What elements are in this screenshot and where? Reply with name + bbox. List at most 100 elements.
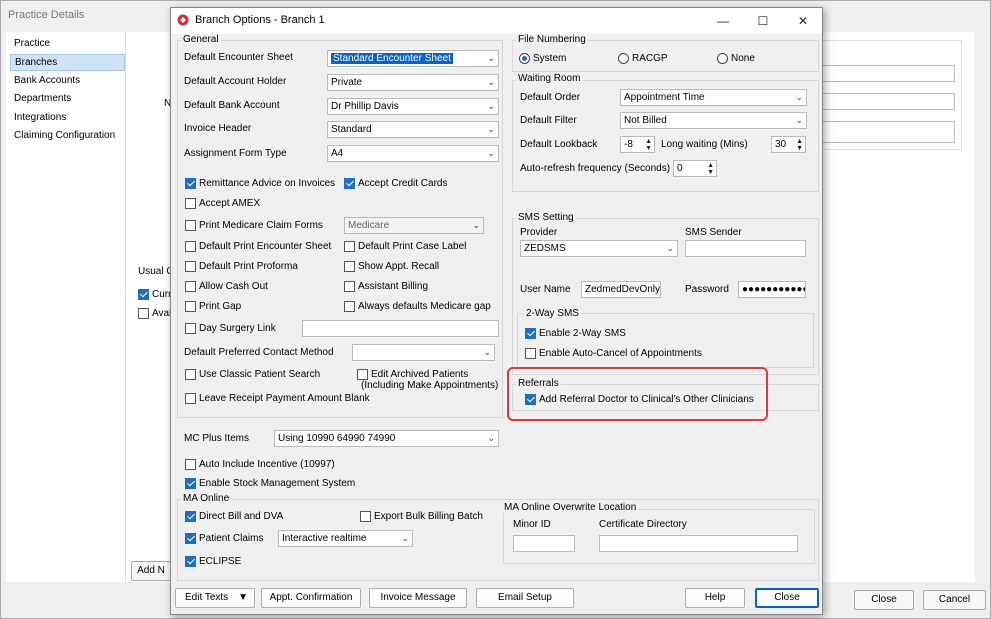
patient-claims-select[interactable]: Interactive realtime ⌄ xyxy=(278,530,413,547)
ma-overwrite-group-label: MA Online Overwrite Location xyxy=(502,502,639,513)
accept-amex-label: Accept AMEX xyxy=(199,198,261,209)
enable-auto-cancel-checkbox[interactable] xyxy=(525,348,536,359)
sidebar-item-departments[interactable]: Departments xyxy=(10,91,125,106)
minor-id-input[interactable] xyxy=(513,535,575,552)
allow-cash-out-checkbox[interactable] xyxy=(185,281,196,292)
direct-bill-dva-checkbox[interactable] xyxy=(185,511,196,522)
chevron-down-icon: ⌄ xyxy=(487,433,495,443)
print-medicare-claim-forms-label: Print Medicare Claim Forms xyxy=(199,220,323,231)
leave-receipt-payment-blank-checkbox[interactable] xyxy=(185,393,196,404)
bg-close-button[interactable]: Close xyxy=(854,590,914,610)
file-numbering-system-radio[interactable] xyxy=(519,53,530,64)
assistant-billing-checkbox[interactable] xyxy=(344,281,355,292)
two-way-sms-label: 2-Way SMS xyxy=(524,308,581,319)
bg-field-3[interactable] xyxy=(820,121,955,143)
long-waiting-spinner[interactable]: 30 ▲ ▼ xyxy=(771,136,806,153)
allow-cash-out-label: Allow Cash Out xyxy=(199,281,268,292)
chevron-down-icon: ⌄ xyxy=(795,92,803,102)
bg-curr-checkbox[interactable] xyxy=(138,289,149,300)
assignment-form-type-select[interactable]: A4 ⌄ xyxy=(327,145,499,162)
bg-label-avai: Avai xyxy=(152,308,172,319)
bg-field-1[interactable] xyxy=(820,65,955,82)
always-defaults-medicare-gap-checkbox[interactable] xyxy=(344,301,355,312)
help-button[interactable]: Help xyxy=(685,588,745,608)
close-icon[interactable]: ✕ xyxy=(783,8,823,34)
bg-avai-checkbox[interactable] xyxy=(138,308,149,319)
bg-cancel-button[interactable]: Cancel xyxy=(923,590,986,610)
default-print-case-label-checkbox[interactable] xyxy=(344,241,355,252)
default-order-select[interactable]: Appointment Time ⌄ xyxy=(620,89,807,106)
edit-archived-patients-checkbox[interactable] xyxy=(357,369,368,380)
edit-texts-button[interactable]: Edit Texts ▼ xyxy=(175,588,255,608)
spin-up-icon: ▲ xyxy=(645,138,652,145)
dialog-titlebar[interactable]: Branch Options - Branch 1 — ☐ ✕ xyxy=(171,8,822,34)
enable-auto-cancel-label: Enable Auto-Cancel of Appointments xyxy=(539,348,702,359)
provider-select[interactable]: ZEDSMS ⌄ xyxy=(520,240,678,257)
show-appt-recall-checkbox[interactable] xyxy=(344,261,355,272)
use-classic-patient-search-checkbox[interactable] xyxy=(185,369,196,380)
maximize-icon[interactable]: ☐ xyxy=(743,8,783,34)
appt-confirmation-button[interactable]: Appt. Confirmation xyxy=(261,588,361,608)
long-waiting-label: Long waiting (Mins) xyxy=(661,139,748,150)
default-print-encounter-sheet-checkbox[interactable] xyxy=(185,241,196,252)
sidebar-item-bank-accounts[interactable]: Bank Accounts xyxy=(10,73,125,88)
mc-plus-items-select[interactable]: Using 10990 64990 74990 ⌄ xyxy=(274,430,499,447)
invoice-header-label: Invoice Header xyxy=(184,123,252,134)
enable-two-way-sms-checkbox[interactable] xyxy=(525,328,536,339)
accept-amex-checkbox[interactable] xyxy=(185,198,196,209)
default-bank-account-select[interactable]: Dr Phillip Davis ⌄ xyxy=(327,98,499,115)
user-name-input[interactable]: ZedmedDevOnly' xyxy=(581,281,661,298)
auto-include-incentive-checkbox[interactable] xyxy=(185,459,196,470)
sidebar-item-claiming-configuration[interactable]: Claiming Configuration xyxy=(10,128,125,143)
sidebar-item-branches[interactable]: Branches xyxy=(10,54,125,71)
invoice-header-select[interactable]: Standard ⌄ xyxy=(327,121,499,138)
invoice-message-button[interactable]: Invoice Message xyxy=(369,588,467,608)
show-appt-recall-label: Show Appt. Recall xyxy=(358,261,440,272)
print-medicare-claim-forms-checkbox[interactable] xyxy=(185,220,196,231)
file-numbering-label: File Numbering xyxy=(516,34,588,45)
default-preferred-contact-method-label: Default Preferred Contact Method xyxy=(184,347,334,358)
auto-refresh-label: Auto-refresh frequency (Seconds) xyxy=(520,163,671,174)
auto-refresh-spinner[interactable]: 0 ▲ ▼ xyxy=(673,160,717,177)
minimize-icon[interactable]: — xyxy=(703,8,743,34)
enable-stock-management-checkbox[interactable] xyxy=(185,478,196,489)
email-setup-button[interactable]: Email Setup xyxy=(476,588,574,608)
direct-bill-dva-label: Direct Bill and DVA xyxy=(199,511,284,522)
practice-sidebar: Practice Branches Bank Accounts Departme… xyxy=(5,32,125,582)
eclipse-checkbox[interactable] xyxy=(185,556,196,567)
default-encounter-sheet-label: Default Encounter Sheet xyxy=(184,52,293,63)
file-numbering-racgp-radio[interactable] xyxy=(618,53,629,64)
default-filter-select[interactable]: Not Billed ⌄ xyxy=(620,112,807,129)
chevron-down-icon: ⌄ xyxy=(483,347,491,357)
close-button[interactable]: Close xyxy=(755,588,819,608)
export-bulk-billing-batch-label: Export Bulk Billing Batch xyxy=(374,511,483,522)
sidebar-item-practice[interactable]: Practice xyxy=(10,36,125,51)
default-lookback-spinner[interactable]: -8 ▲ ▼ xyxy=(620,136,655,153)
accept-credit-cards-checkbox[interactable] xyxy=(344,178,355,189)
file-numbering-none-radio[interactable] xyxy=(717,53,728,64)
default-print-proforma-checkbox[interactable] xyxy=(185,261,196,272)
bg-field-2[interactable] xyxy=(820,93,955,110)
chevron-down-icon: ⌄ xyxy=(795,115,803,125)
eclipse-label: ECLIPSE xyxy=(199,556,242,567)
patient-claims-checkbox[interactable] xyxy=(185,533,196,544)
bg-add-button[interactable]: Add N xyxy=(131,561,171,581)
chevron-down-icon: ⌄ xyxy=(472,220,480,230)
day-surgery-link-input[interactable] xyxy=(302,320,499,337)
export-bulk-billing-batch-checkbox[interactable] xyxy=(360,511,371,522)
day-surgery-link-checkbox[interactable] xyxy=(185,323,196,334)
chevron-down-icon: ⌄ xyxy=(487,124,495,134)
remittance-advice-checkbox[interactable] xyxy=(185,178,196,189)
spin-down-icon: ▼ xyxy=(645,145,652,152)
certificate-directory-input[interactable] xyxy=(599,535,798,552)
bg-label-usual: Usual C xyxy=(138,266,174,277)
sms-sender-input[interactable] xyxy=(685,240,806,257)
default-encounter-sheet-select[interactable]: Standard Encounter Sheet ⌄ xyxy=(327,50,499,67)
sidebar-item-integrations[interactable]: Integrations xyxy=(10,110,125,125)
branch-options-dialog: Branch Options - Branch 1 — ☐ ✕ General … xyxy=(170,7,823,615)
default-account-holder-select[interactable]: Private ⌄ xyxy=(327,74,499,91)
minor-id-label: Minor ID xyxy=(513,519,551,530)
password-input[interactable]: ●●●●●●●●●●● xyxy=(738,281,806,298)
print-gap-checkbox[interactable] xyxy=(185,301,196,312)
default-preferred-contact-method-select[interactable]: ⌄ xyxy=(352,344,495,361)
